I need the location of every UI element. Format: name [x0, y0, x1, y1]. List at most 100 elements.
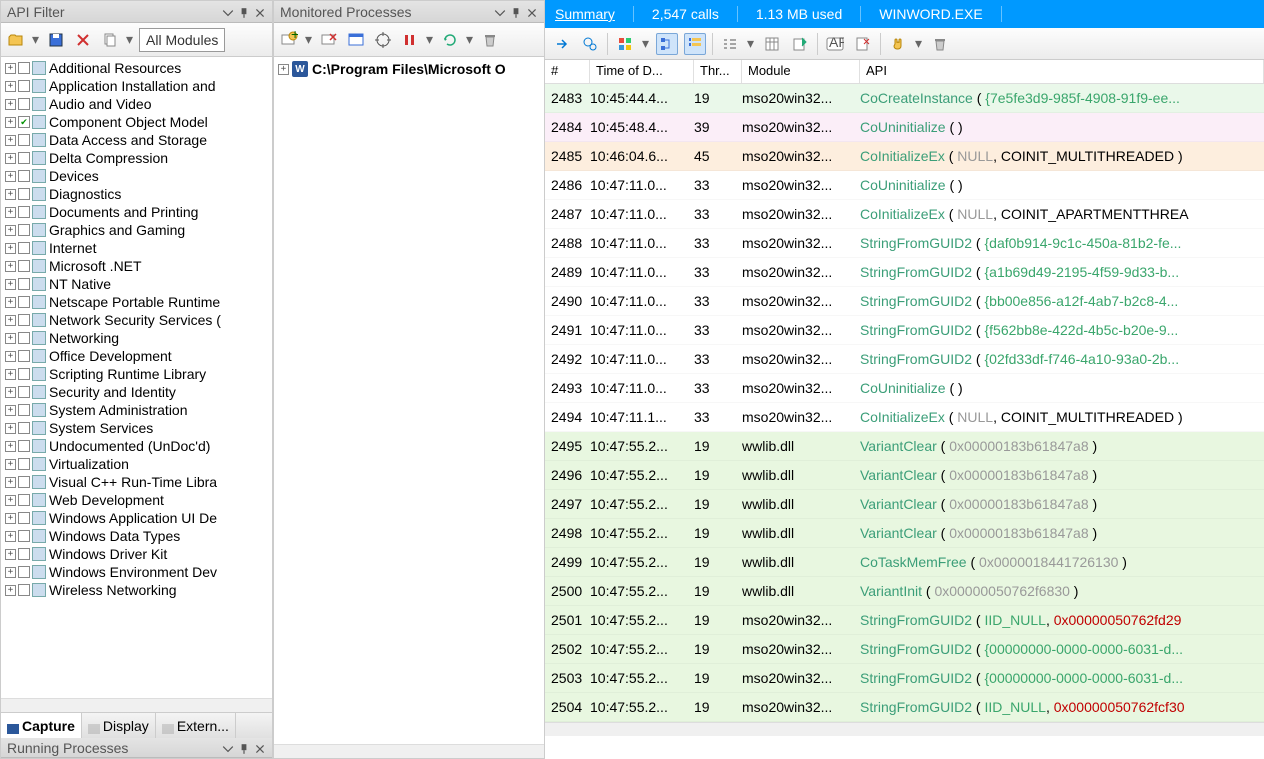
target-icon[interactable] [372, 29, 394, 51]
expand-icon[interactable]: + [5, 387, 16, 398]
category-checkbox[interactable] [18, 116, 30, 128]
trash-icon[interactable] [479, 29, 501, 51]
category-checkbox[interactable] [18, 278, 30, 290]
call-row[interactable]: 249710:47:55.2...19wwlib.dllVariantClear… [545, 490, 1264, 519]
pin-icon[interactable] [238, 6, 250, 18]
expand-icon[interactable]: + [5, 423, 16, 434]
category-checkbox[interactable] [18, 440, 30, 452]
category-row[interactable]: +Office Development [1, 347, 272, 365]
category-row[interactable]: +Application Installation and [1, 77, 272, 95]
tab-display[interactable]: Display [82, 713, 156, 738]
expand-icon[interactable]: + [5, 513, 16, 524]
category-row[interactable]: +Delta Compression [1, 149, 272, 167]
call-row[interactable]: 249810:47:55.2...19wwlib.dllVariantClear… [545, 519, 1264, 548]
expand-icon[interactable]: + [5, 207, 16, 218]
category-row[interactable]: +Component Object Model [1, 113, 272, 131]
trash-icon[interactable] [929, 33, 951, 55]
category-row[interactable]: +Devices [1, 167, 272, 185]
expand-icon[interactable]: + [5, 297, 16, 308]
expand-icon[interactable]: + [5, 279, 16, 290]
call-row[interactable]: 249310:47:11.0...33mso20win32...CoUninit… [545, 374, 1264, 403]
expand-icon[interactable]: + [5, 315, 16, 326]
call-row[interactable]: 249010:47:11.0...33mso20win32...StringFr… [545, 287, 1264, 316]
tab-capture[interactable]: Capture [1, 713, 82, 738]
category-checkbox[interactable] [18, 62, 30, 74]
call-row[interactable]: 250010:47:55.2...19wwlib.dllVariantInit … [545, 577, 1264, 606]
call-row[interactable]: 249910:47:55.2...19wwlib.dllCoTaskMemFre… [545, 548, 1264, 577]
pin-icon[interactable] [510, 6, 522, 18]
expand-icon[interactable]: + [5, 441, 16, 452]
expand-icon[interactable]: + [5, 477, 16, 488]
category-row[interactable]: +Undocumented (UnDoc'd) [1, 437, 272, 455]
copy-icon[interactable] [99, 29, 121, 51]
category-checkbox[interactable] [18, 206, 30, 218]
category-checkbox[interactable] [18, 494, 30, 506]
pin-icon[interactable] [238, 742, 250, 754]
tree-hscroll[interactable] [1, 698, 272, 712]
category-checkbox[interactable] [18, 458, 30, 470]
category-row[interactable]: +Graphics and Gaming [1, 221, 272, 239]
col-time[interactable]: Time of D... [590, 60, 694, 83]
close-icon[interactable] [254, 742, 266, 754]
category-checkbox[interactable] [18, 422, 30, 434]
call-row[interactable]: 248410:45:48.4...39mso20win32...CoUninit… [545, 113, 1264, 142]
call-row[interactable]: 248810:47:11.0...33mso20win32...StringFr… [545, 229, 1264, 258]
dropdown-icon[interactable] [494, 6, 506, 18]
category-row[interactable]: +Network Security Services ( [1, 311, 272, 329]
call-row[interactable]: 248910:47:11.0...33mso20win32...StringFr… [545, 258, 1264, 287]
category-row[interactable]: +Audio and Video [1, 95, 272, 113]
category-checkbox[interactable] [18, 314, 30, 326]
open-icon[interactable] [5, 29, 27, 51]
category-row[interactable]: +Web Development [1, 491, 272, 509]
category-row[interactable]: +Windows Application UI De [1, 509, 272, 527]
category-row[interactable]: +Windows Driver Kit [1, 545, 272, 563]
expand-icon[interactable]: + [278, 64, 289, 75]
dropdown-icon[interactable] [222, 6, 234, 18]
category-checkbox[interactable] [18, 512, 30, 524]
category-row[interactable]: +Additional Resources [1, 59, 272, 77]
expand-icon[interactable]: + [5, 81, 16, 92]
hand-icon[interactable] [887, 33, 909, 55]
tree-view-icon[interactable] [656, 33, 678, 55]
call-row[interactable]: 250310:47:55.2...19mso20win32...StringFr… [545, 664, 1264, 693]
process-item[interactable]: + W C:\Program Files\Microsoft O [274, 59, 544, 79]
call-row[interactable]: 250410:47:55.2...19mso20win32...StringFr… [545, 693, 1264, 722]
category-checkbox[interactable] [18, 476, 30, 488]
expand-icon[interactable]: + [5, 549, 16, 560]
call-row[interactable]: 248710:47:11.0...33mso20win32...CoInitia… [545, 200, 1264, 229]
expand-icon[interactable]: + [5, 459, 16, 470]
category-row[interactable]: +Windows Environment Dev [1, 563, 272, 581]
add-process-icon[interactable]: + [278, 29, 300, 51]
expand-icon[interactable]: + [5, 225, 16, 236]
expand-icon[interactable]: + [5, 153, 16, 164]
expand-icon[interactable]: + [5, 261, 16, 272]
close-icon[interactable] [254, 6, 266, 18]
category-row[interactable]: +Security and Identity [1, 383, 272, 401]
category-row[interactable]: +Diagnostics [1, 185, 272, 203]
tab-extern[interactable]: Extern... [156, 713, 236, 738]
find-icon[interactable] [579, 33, 601, 55]
category-tree[interactable]: +Additional Resources+Application Instal… [1, 57, 272, 698]
call-row[interactable]: 248610:47:11.0...33mso20win32...CoUninit… [545, 171, 1264, 200]
category-checkbox[interactable] [18, 80, 30, 92]
category-row[interactable]: +Scripting Runtime Library [1, 365, 272, 383]
call-row[interactable]: 249610:47:55.2...19wwlib.dllVariantClear… [545, 461, 1264, 490]
expand-icon[interactable]: + [5, 63, 16, 74]
category-checkbox[interactable] [18, 242, 30, 254]
category-row[interactable]: +System Administration [1, 401, 272, 419]
remove-process-icon[interactable] [318, 29, 340, 51]
expand-icon[interactable]: + [5, 567, 16, 578]
col-module[interactable]: Module [742, 60, 860, 83]
expand-icon[interactable]: + [5, 585, 16, 596]
save-icon[interactable] [45, 29, 67, 51]
refresh-icon[interactable] [439, 29, 461, 51]
grid-body[interactable]: 248310:45:44.4...19mso20win32...CoCreate… [545, 84, 1264, 722]
call-row[interactable]: 248510:46:04.6...45mso20win32...CoInitia… [545, 142, 1264, 171]
category-row[interactable]: +Wireless Networking [1, 581, 272, 599]
api-icon[interactable]: API [824, 33, 846, 55]
category-row[interactable]: +Networking [1, 329, 272, 347]
columns-icon[interactable] [761, 33, 783, 55]
category-checkbox[interactable] [18, 224, 30, 236]
category-row[interactable]: +Data Access and Storage [1, 131, 272, 149]
category-checkbox[interactable] [18, 332, 30, 344]
